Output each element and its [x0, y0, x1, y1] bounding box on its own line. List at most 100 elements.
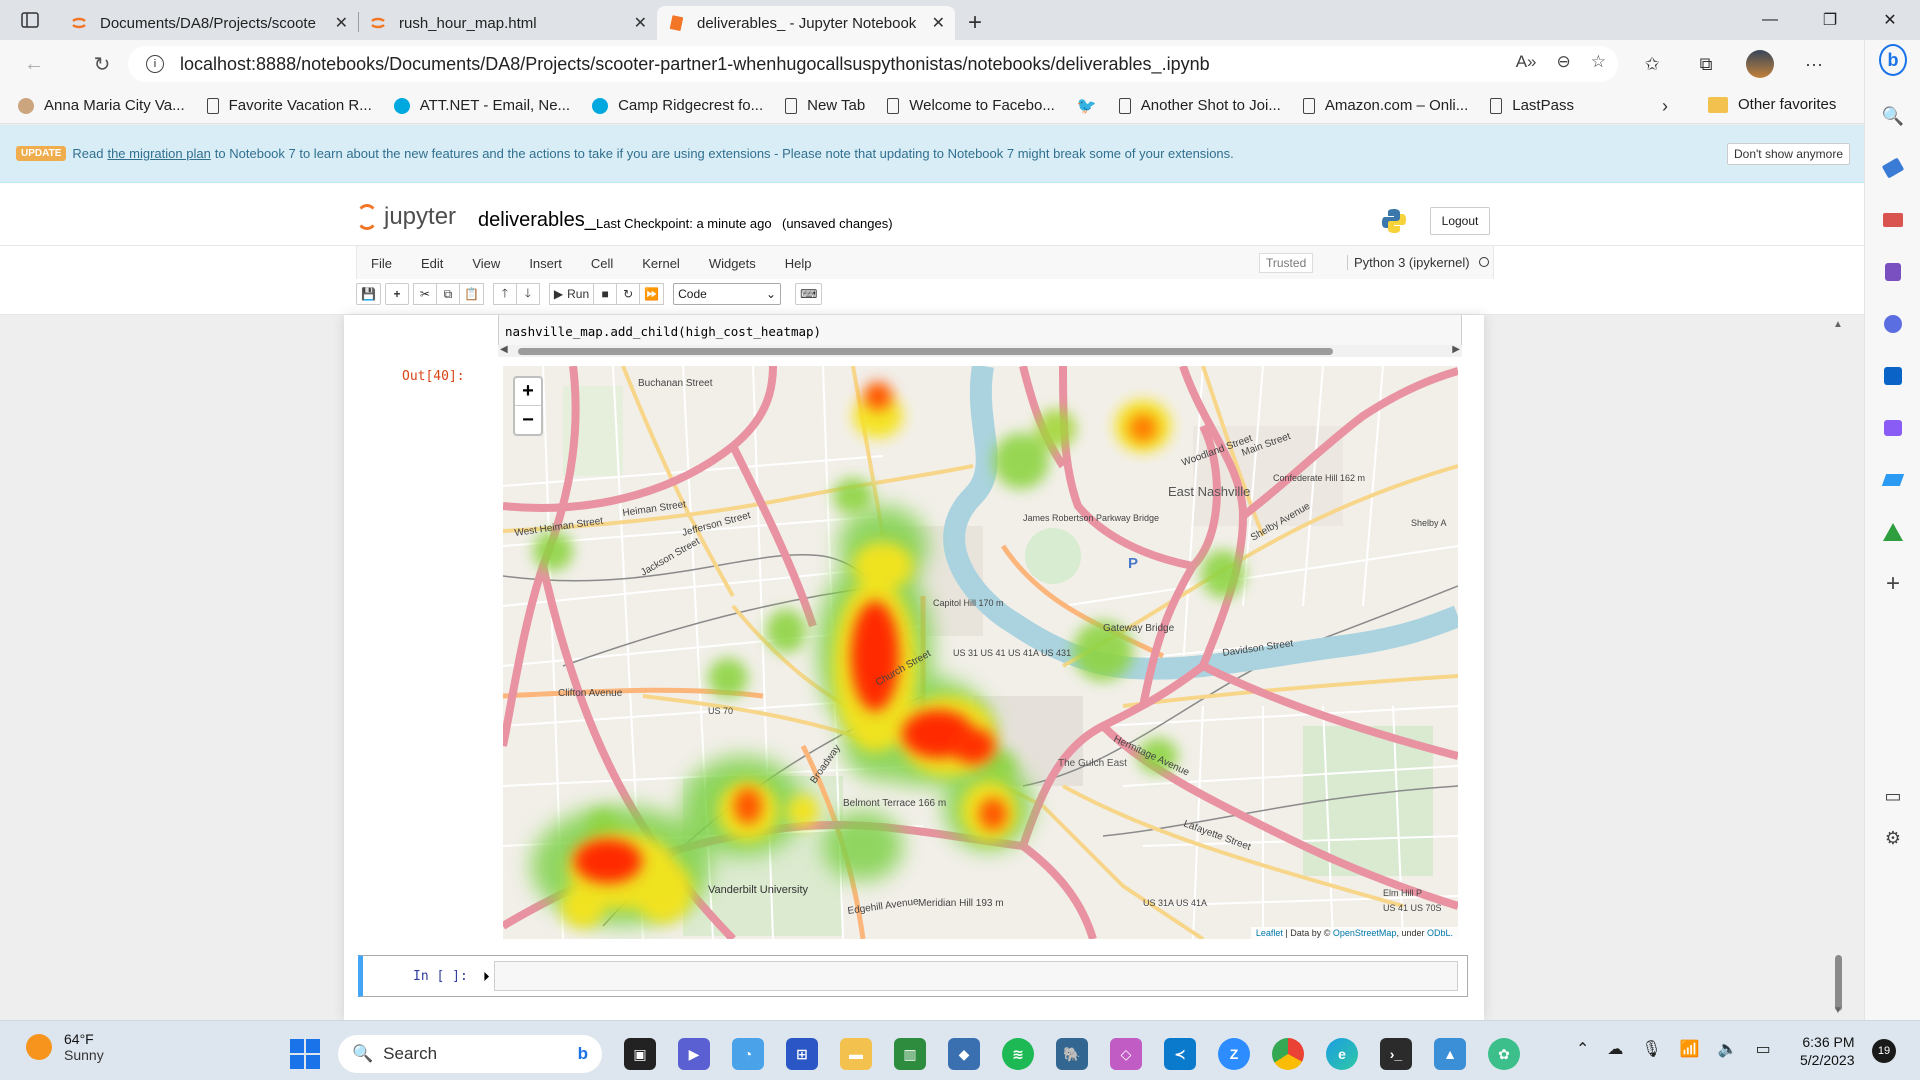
menu-cell[interactable]: Cell [577, 256, 628, 271]
vscode-icon[interactable]: ≺ [1164, 1038, 1196, 1070]
favorites-icon[interactable]: ✩ [1632, 46, 1672, 82]
favorite-another-shot[interactable]: Another Shot to Joi... [1118, 97, 1281, 114]
horizontal-scrollbar[interactable]: ◀ ▶ [498, 344, 1462, 357]
copy-icon[interactable]: ⧉ [435, 283, 460, 305]
menu-help[interactable]: Help [771, 256, 827, 271]
more-options-icon[interactable]: ··· [1794, 46, 1834, 82]
zoom-out-button[interactable]: − [515, 406, 541, 434]
code-input[interactable] [494, 961, 1458, 991]
start-icon[interactable] [290, 1039, 320, 1069]
restart-run-all-icon[interactable]: ⏩ [639, 283, 665, 305]
tree-icon[interactable] [1879, 518, 1907, 546]
notification-badge[interactable]: 19 [1872, 1039, 1896, 1063]
collections-icon[interactable]: ⧉ [1686, 46, 1726, 82]
favorite-camp-ridgecrest[interactable]: Camp Ridgecrest fo... [592, 97, 763, 114]
url-text[interactable]: localhost:8888/notebooks/Documents/DA8/P… [180, 54, 1210, 75]
python-idle-icon[interactable]: ◆ [948, 1038, 980, 1070]
save-icon[interactable]: 💾 [356, 283, 381, 305]
menu-view[interactable]: View [458, 256, 515, 271]
scroll-up-icon[interactable]: ▲ [1833, 319, 1843, 330]
chatgpt-icon[interactable]: ✿ [1488, 1038, 1520, 1070]
show-hidden-icons-icon[interactable]: ⌃ [1576, 1039, 1589, 1059]
command-palette-icon[interactable]: ⌨ [795, 283, 823, 305]
osm-link[interactable]: OpenStreetMap [1333, 928, 1397, 938]
heatmap-output[interactable]: East Nashville Buchanan Street Jefferson… [503, 366, 1458, 939]
menu-edit[interactable]: Edit [407, 256, 458, 271]
other-favorites[interactable]: Other favorites [1708, 96, 1836, 113]
jupyter-logo[interactable]: jupyter [356, 203, 456, 231]
migration-plan-link[interactable]: the migration plan [107, 146, 210, 161]
scroll-down-icon[interactable]: ▼ [1833, 1005, 1843, 1016]
move-down-icon[interactable]: 🡓 [515, 283, 540, 305]
odbl-link[interactable]: ODbL. [1427, 928, 1453, 938]
tab-documents[interactable]: Documents/DA8/Projects/scoote ✕ [60, 6, 358, 40]
terminal-icon[interactable]: ›_ [1380, 1038, 1412, 1070]
restart-icon[interactable]: ↻ [616, 283, 641, 305]
microsoft-365-icon[interactable] [1879, 310, 1907, 338]
git-icon[interactable]: ◇ [1110, 1038, 1142, 1070]
favorite-vacation[interactable]: Favorite Vacation R... [206, 97, 372, 114]
battery-icon[interactable]: ▭ [1756, 1039, 1771, 1059]
scroll-right-icon[interactable]: ▶ [1452, 344, 1460, 355]
clock[interactable]: 6:36 PM 5/2/2023 [1800, 1033, 1855, 1069]
dont-show-button[interactable]: Don't show anymore [1726, 143, 1850, 165]
settings-icon[interactable]: ⚙ [1879, 824, 1907, 852]
minimize-icon[interactable]: — [1740, 0, 1800, 40]
edge-icon[interactable]: e [1326, 1038, 1358, 1070]
close-tab-icon[interactable]: ✕ [335, 13, 348, 33]
run-button[interactable]: ▶ Run [548, 283, 595, 305]
cut-icon[interactable]: ✂ [412, 283, 437, 305]
map-tiles[interactable]: East Nashville Buchanan Street Jefferson… [503, 366, 1458, 939]
chrome-icon[interactable] [1272, 1038, 1304, 1070]
send-icon[interactable] [1879, 466, 1907, 494]
leaflet-link[interactable]: Leaflet [1256, 928, 1283, 938]
weather-widget[interactable]: 64°F Sunny [26, 1031, 104, 1063]
profile-avatar[interactable] [1740, 46, 1780, 82]
menu-file[interactable]: File [357, 256, 407, 271]
menu-kernel[interactable]: Kernel [628, 256, 695, 271]
move-up-icon[interactable]: 🡑 [492, 283, 517, 305]
back-icon[interactable]: ← [12, 44, 56, 84]
favorite-att[interactable]: ATT.NET - Email, Ne... [393, 97, 570, 114]
read-aloud-icon[interactable]: A» [1516, 52, 1537, 72]
favorite-new-tab[interactable]: New Tab [785, 97, 865, 114]
favorite-lastpass[interactable]: LastPass [1490, 97, 1574, 114]
trusted-badge[interactable]: Trusted [1259, 253, 1314, 273]
tab-deliverables[interactable]: deliverables_ - Jupyter Notebook ✕ [657, 6, 955, 40]
favorite-amazon[interactable]: Amazon.com – Onli... [1302, 97, 1468, 114]
postgres-icon[interactable]: 🐘 [1056, 1038, 1088, 1070]
menu-insert[interactable]: Insert [515, 256, 577, 271]
scroll-left-icon[interactable]: ◀ [500, 344, 508, 355]
close-tab-icon[interactable]: ✕ [634, 13, 647, 33]
shopping-tag-icon[interactable] [1879, 154, 1907, 182]
microphone-icon[interactable]: 🎙 [1641, 1039, 1661, 1059]
wifi-icon[interactable]: 📶 [1680, 1039, 1700, 1059]
zoom-in-button[interactable]: + [515, 378, 541, 406]
task-view-icon[interactable]: ▣ [624, 1038, 656, 1070]
volume-icon[interactable]: 🔈 [1718, 1039, 1738, 1059]
kernel-name[interactable]: Python 3 (ipykernel) [1347, 255, 1470, 270]
refresh-icon[interactable]: ↻ [80, 44, 124, 84]
designer-icon[interactable] [1879, 414, 1907, 442]
excel-like-icon[interactable]: ▥ [894, 1038, 926, 1070]
file-explorer-icon[interactable]: ▬ [840, 1038, 872, 1070]
chevron-right-icon[interactable]: › [1662, 96, 1668, 117]
favorite-facebook[interactable]: Welcome to Facebo... [887, 97, 1055, 114]
tab-actions-icon[interactable] [0, 0, 60, 40]
logout-button[interactable]: Logout [1430, 207, 1490, 235]
restore-icon[interactable]: ❐ [1800, 0, 1860, 40]
close-tab-icon[interactable]: ✕ [932, 13, 945, 33]
address-bar[interactable]: i localhost:8888/notebooks/Documents/DA8… [128, 46, 1618, 82]
menu-widgets[interactable]: Widgets [695, 256, 771, 271]
empty-code-cell[interactable]: In [ ]: ⏵ [358, 955, 1468, 997]
zoom-out-icon[interactable]: ⊖ [1557, 52, 1571, 72]
photos-icon[interactable]: ▲ [1434, 1038, 1466, 1070]
favorite-twitter[interactable]: 🐦 [1077, 96, 1097, 116]
store-icon[interactable]: ⊞ [786, 1038, 818, 1070]
insert-cell-icon[interactable]: + [384, 283, 409, 305]
interrupt-icon[interactable]: ■ [593, 283, 618, 305]
add-icon[interactable]: + [1879, 570, 1907, 598]
outlook-icon[interactable] [1879, 362, 1907, 390]
games-icon[interactable] [1879, 258, 1907, 286]
tab-rush-hour-map[interactable]: rush_hour_map.html ✕ [359, 6, 657, 40]
